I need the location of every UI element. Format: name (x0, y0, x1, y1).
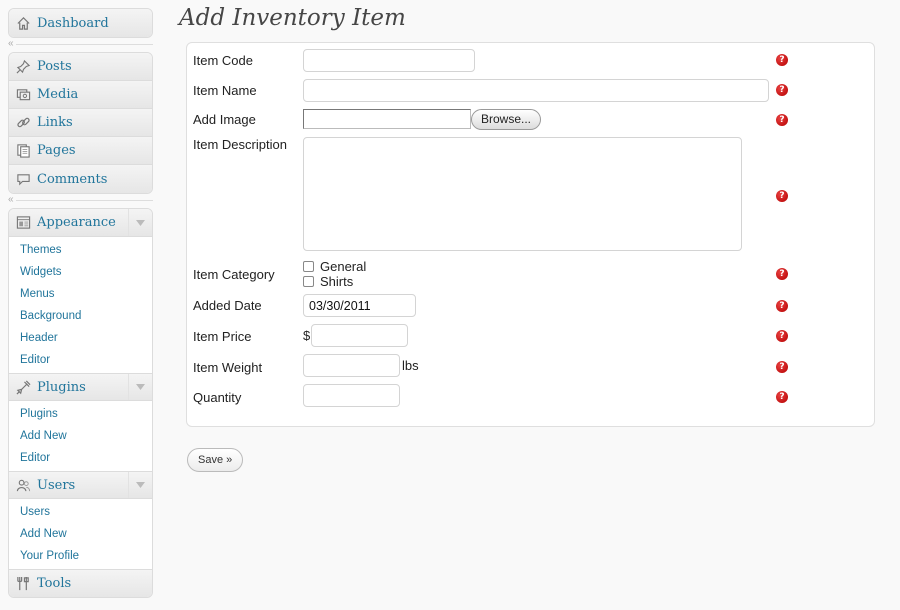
item-code-label: Item Code (193, 53, 253, 68)
plug-icon (15, 379, 31, 395)
chevron-down-icon[interactable] (128, 374, 152, 400)
quantity-label: Quantity (193, 390, 242, 405)
pages-icon (15, 143, 31, 159)
menu-dashboard[interactable]: Dashboard (8, 8, 153, 38)
add-image-label: Add Image (193, 112, 256, 127)
submenu-item-widgets[interactable]: Widgets (9, 261, 152, 283)
item-code-input[interactable] (303, 49, 475, 72)
submenu-item-background[interactable]: Background (9, 305, 152, 327)
plugins-submenu: Plugins Add New Editor (9, 401, 152, 471)
inventory-form: Item Code ? Item Name ? Add Image Browse… (186, 42, 875, 427)
help-icon[interactable]: ? (776, 391, 788, 403)
menu-group-admin: Appearance Themes Widgets Menus Backgrou… (8, 208, 153, 598)
item-weight-input[interactable] (303, 354, 400, 377)
browse-button[interactable]: Browse... (471, 109, 542, 130)
submenu-item-editor[interactable]: Editor (9, 349, 152, 371)
menu-label: Users (37, 477, 76, 493)
item-weight-label: Item Weight (193, 360, 263, 375)
added-date-input[interactable] (303, 294, 416, 317)
save-button[interactable]: Save » (187, 448, 244, 472)
submenu-item-plugins[interactable]: Plugins (9, 403, 152, 425)
help-icon[interactable]: ? (776, 54, 788, 66)
help-icon[interactable]: ? (776, 330, 788, 342)
general-label: General (320, 259, 367, 274)
page-title: Add Inventory Item (179, 5, 406, 31)
item-price-input[interactable] (311, 324, 408, 347)
menu-item-dashboard[interactable]: Dashboard (9, 9, 152, 37)
menu-item-links[interactable]: Links (9, 109, 152, 137)
submenu-item-add-new-plugin[interactable]: Add New (9, 425, 152, 447)
item-description-label: Item Description (193, 137, 287, 152)
item-category-label: Item Category (193, 267, 275, 282)
submenu-item-plugin-editor[interactable]: Editor (9, 447, 152, 469)
item-description-textarea[interactable] (303, 137, 742, 251)
appearance-icon (15, 215, 31, 231)
submenu-item-add-new-user[interactable]: Add New (9, 523, 152, 545)
menu-group-content: Posts Media Links Pages Comments (8, 52, 153, 194)
shirts-label: Shirts (320, 274, 354, 289)
pushpin-icon (15, 59, 31, 75)
menu-label: Plugins (37, 379, 86, 395)
category-general-option[interactable]: General (303, 259, 366, 274)
comment-icon (15, 171, 31, 187)
submenu-item-your-profile[interactable]: Your Profile (9, 545, 152, 567)
menu-label: Posts (37, 59, 72, 74)
menu-item-comments[interactable]: Comments (9, 165, 152, 193)
item-name-label: Item Name (193, 83, 257, 98)
file-path-field[interactable] (303, 109, 471, 129)
menu-item-posts[interactable]: Posts (9, 53, 152, 81)
menu-label: Comments (37, 171, 108, 187)
help-icon[interactable]: ? (776, 114, 788, 126)
item-price-label: Item Price (193, 329, 252, 344)
media-icon (15, 87, 31, 103)
menu-item-tools[interactable]: Tools (9, 569, 152, 597)
weight-unit: lbs (402, 358, 419, 373)
link-icon (15, 115, 31, 131)
menu-separator[interactable]: « (8, 38, 153, 52)
help-icon[interactable]: ? (776, 268, 788, 280)
collapse-arrows-icon: « (8, 194, 14, 205)
submenu-item-header[interactable]: Header (9, 327, 152, 349)
currency-symbol: $ (303, 328, 311, 343)
appearance-submenu: Themes Widgets Menus Background Header E… (9, 237, 152, 373)
menu-label: Links (37, 115, 73, 130)
help-icon[interactable]: ? (776, 361, 788, 373)
home-icon (15, 15, 31, 31)
admin-sidebar: Dashboard « Posts Media Links Pages Comm… (8, 0, 153, 610)
help-icon[interactable]: ? (776, 300, 788, 312)
menu-item-appearance[interactable]: Appearance (9, 209, 152, 237)
help-icon[interactable]: ? (776, 84, 788, 96)
quantity-input[interactable] (303, 384, 400, 407)
collapse-arrows-icon: « (8, 38, 14, 49)
tools-icon (15, 576, 31, 592)
added-date-label: Added Date (193, 298, 262, 313)
users-submenu: Users Add New Your Profile (9, 499, 152, 569)
menu-label: Tools (37, 576, 72, 591)
submenu-item-users[interactable]: Users (9, 501, 152, 523)
menu-item-users[interactable]: Users (9, 471, 152, 499)
menu-item-plugins[interactable]: Plugins (9, 373, 152, 401)
chevron-down-icon[interactable] (128, 209, 152, 236)
category-shirts-option[interactable]: Shirts (303, 274, 353, 289)
general-checkbox[interactable] (303, 261, 314, 272)
menu-label: Dashboard (37, 15, 109, 31)
shirts-checkbox[interactable] (303, 276, 314, 287)
menu-label: Pages (37, 143, 76, 158)
menu-item-media[interactable]: Media (9, 81, 152, 109)
item-name-input[interactable] (303, 79, 769, 102)
chevron-down-icon[interactable] (128, 472, 152, 498)
submenu-item-themes[interactable]: Themes (9, 239, 152, 261)
menu-separator[interactable]: « (8, 194, 153, 208)
menu-label: Media (37, 87, 79, 102)
menu-label: Appearance (37, 215, 116, 230)
help-icon[interactable]: ? (776, 190, 788, 202)
menu-item-pages[interactable]: Pages (9, 137, 152, 165)
submenu-item-menus[interactable]: Menus (9, 283, 152, 305)
users-icon (15, 477, 31, 493)
